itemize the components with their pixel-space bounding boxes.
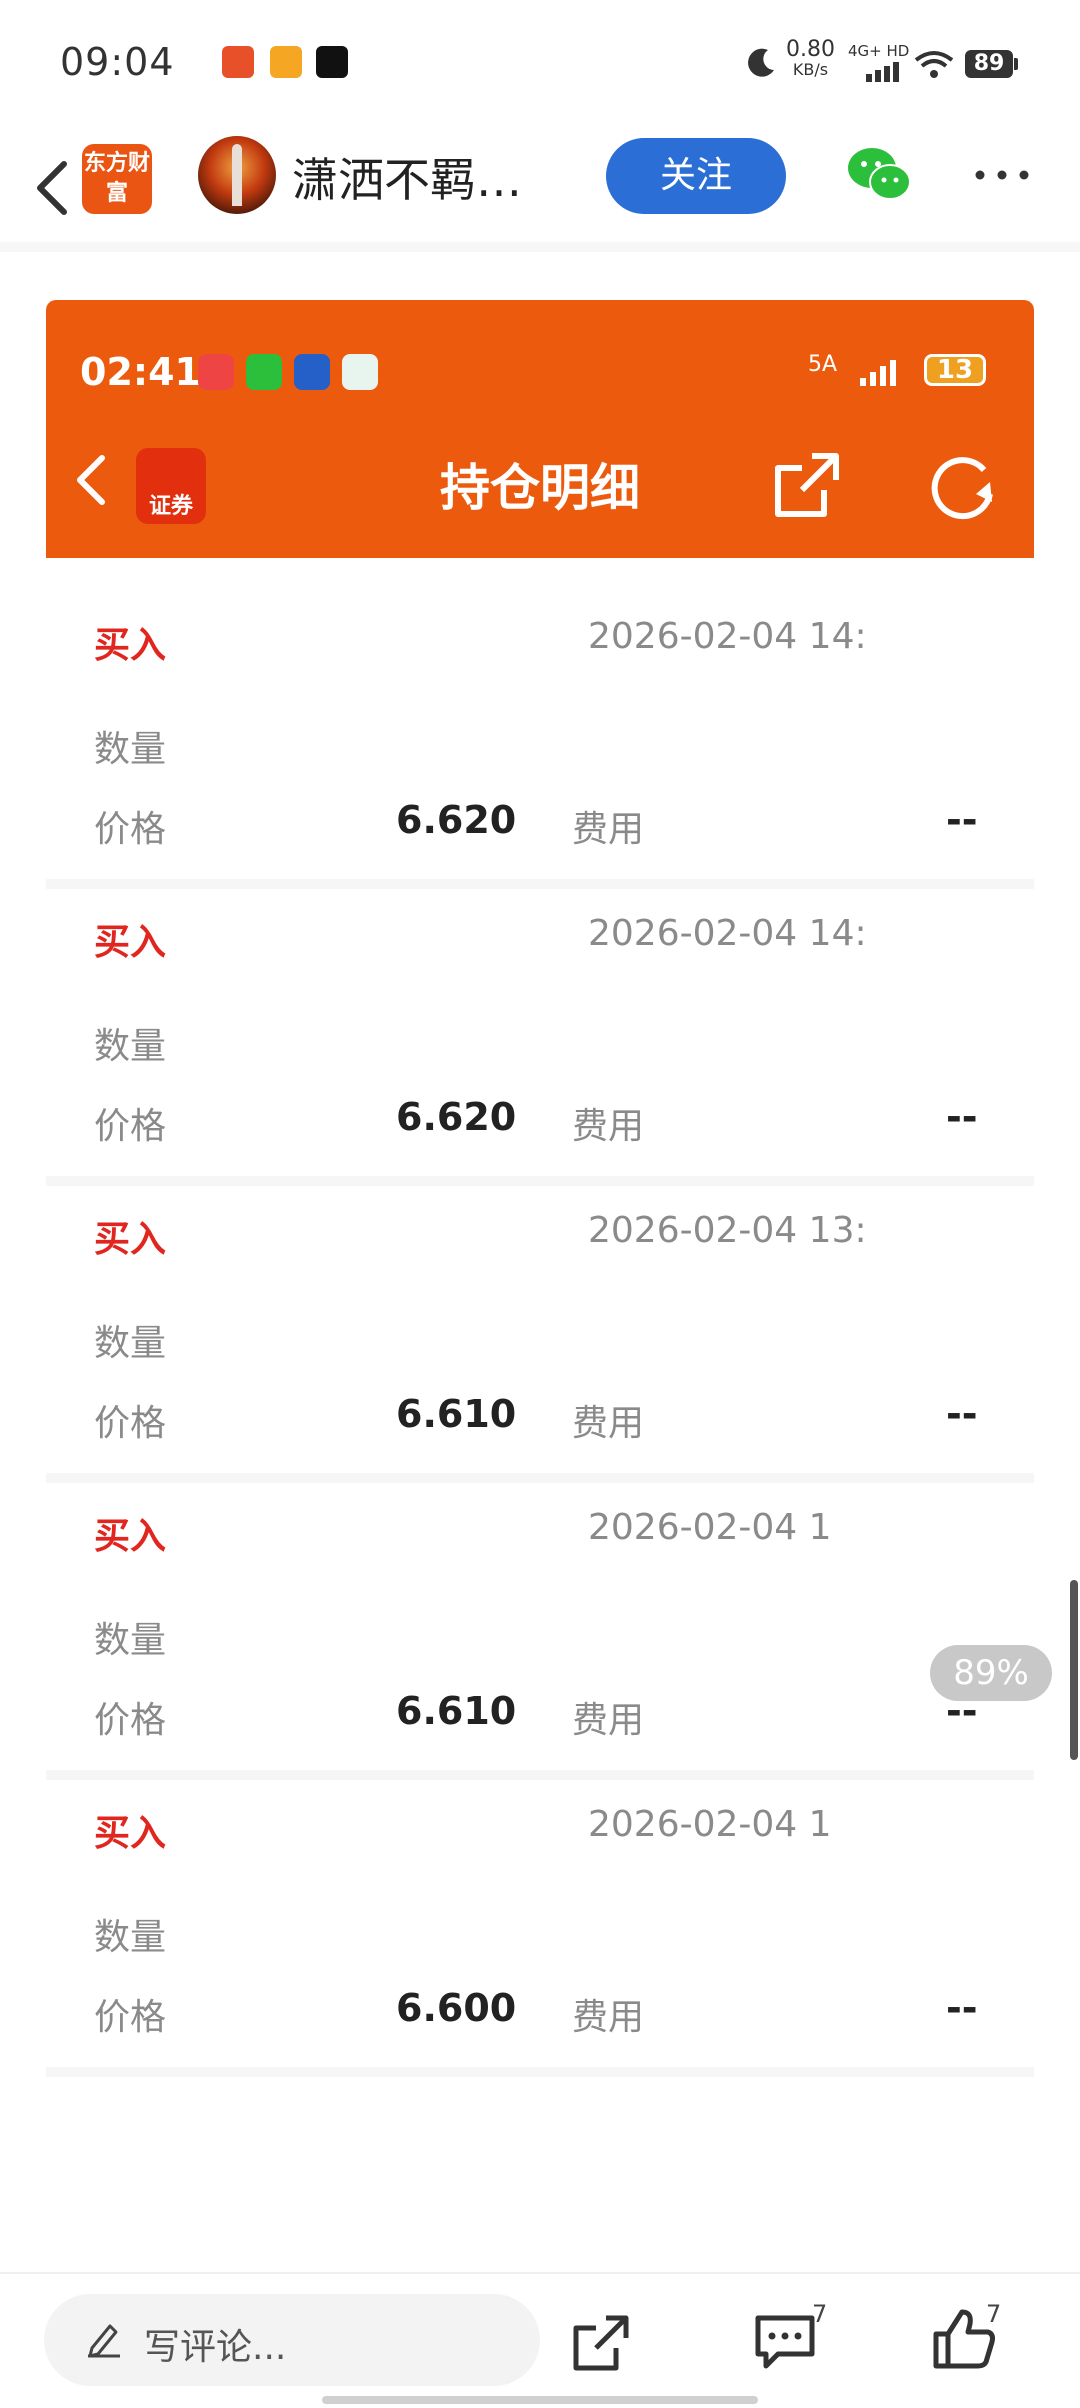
status-bar: 09:04 0.80 KB/s 4G+ HD 89 [0,0,1080,130]
follow-button[interactable]: 关注 [606,138,786,214]
quantity-label: 数量 [94,1917,167,1958]
back-arrow-icon[interactable] [24,148,84,228]
trade-date: 2026-02-04 13: [588,1210,867,1251]
notification-app-icon [222,46,254,78]
home-indicator[interactable] [322,2396,758,2404]
share-icon[interactable] [570,2312,632,2374]
wechat-share-icon[interactable] [846,144,912,204]
scroll-percent-badge: 89% [930,1645,1052,1701]
divider [0,2272,1080,2274]
trade-date: 2026-02-04 14: [588,913,867,954]
trade-date: 2026-02-04 14: [588,616,867,657]
price-value: 6.620 [396,1095,517,1139]
list-item: 买入 2026-02-04 14: 数量 价格 6.620 费用 -- [46,889,1034,1186]
battery-tip [1014,58,1018,70]
embedded-app-header: 02:41 5A 13 证券 持仓明细 [46,300,1034,558]
embedded-refresh-icon [931,457,993,520]
pen-icon [88,2324,120,2358]
status-time: 09:04 [60,40,175,84]
trade-type: 买入 [94,922,167,963]
network-speed: 0.80 KB/s [786,37,835,80]
price-label: 价格 [94,809,167,850]
price-value: 6.620 [396,798,517,842]
embedded-signal-icon [860,360,896,386]
embedded-signal: 5A [808,352,838,377]
fee-label: 费用 [572,1997,645,2038]
trade-date: 2026-02-04 1 [588,1507,832,1548]
network-speed-unit: KB/s [792,60,829,79]
trade-type: 买入 [94,625,167,666]
like-count: 7 [986,2300,1002,2328]
comment-input[interactable]: 写评论... [44,2294,540,2386]
fee-label: 费用 [572,1403,645,1444]
price-value: 6.600 [396,1986,517,2030]
post-image-screenshot[interactable]: 02:41 5A 13 证券 持仓明细 买入 2026-02-04 14: 数量… [46,300,1034,2120]
trade-type: 买入 [94,1813,167,1854]
trade-type: 买入 [94,1219,167,1260]
comment-count: 7 [812,2300,828,2328]
network-speed-value: 0.80 [786,37,835,62]
list-item: 买入 2026-02-04 13: 数量 价格 6.610 费用 -- [46,1186,1034,1483]
more-icon[interactable] [972,160,1032,190]
quantity-label: 数量 [94,1026,167,1067]
price-value: 6.610 [396,1392,517,1436]
divider [0,242,1080,252]
app-logo: 东方财富 [82,144,152,214]
avatar[interactable] [198,136,276,214]
network-type: 4G+ HD [848,42,910,60]
quantity-label: 数量 [94,1620,167,1661]
notification-app-icon [198,354,234,390]
trade-type: 买入 [94,1516,167,1557]
embedded-battery: 13 [924,354,986,386]
fee-value: -- [946,1986,978,2030]
holding-records-list: 买入 2026-02-04 14: 数量 价格 6.620 费用 -- 买入 2… [46,592,1034,2077]
wifi-icon [914,51,954,78]
quantity-label: 数量 [94,729,167,770]
embedded-page-title: 持仓明细 [440,459,640,517]
list-item: 买入 2026-02-04 1 数量 价格 6.600 费用 -- [46,1780,1034,2077]
fee-value: -- [946,1095,978,1139]
price-label: 价格 [94,1106,167,1147]
wechat-icon [246,354,282,390]
fee-label: 费用 [572,809,645,850]
embedded-share-icon [775,453,839,517]
list-item: 买入 2026-02-04 1 数量 价格 6.610 费用 -- [46,1483,1034,1780]
battery-level: 89 [965,50,1013,78]
comment-placeholder: 写评论... [144,2327,287,2368]
notification-app-icon [342,354,378,390]
price-label: 价格 [94,1403,167,1444]
notification-app-icon [294,354,330,390]
fee-value: -- [946,1392,978,1436]
notification-app-icon [270,46,302,78]
quantity-label: 数量 [94,1323,167,1364]
list-item: 买入 2026-02-04 14: 数量 价格 6.620 费用 -- [46,592,1034,889]
trade-date: 2026-02-04 1 [588,1804,832,1845]
moon-icon [748,48,774,77]
price-label: 价格 [94,1700,167,1741]
scrollbar-thumb[interactable] [1070,1580,1078,1760]
top-nav: 东方财富 潇洒不羁… 关注 [0,130,1080,242]
fee-label: 费用 [572,1700,645,1741]
username[interactable]: 潇洒不羁… [292,144,522,210]
fee-label: 费用 [572,1106,645,1147]
signal-icon [866,62,899,82]
embedded-status-time: 02:41 [80,350,201,394]
tiktok-icon [316,46,348,78]
comment-icon[interactable] [752,2310,818,2372]
price-label: 价格 [94,1997,167,2038]
price-value: 6.610 [396,1689,517,1733]
fee-value: -- [946,798,978,842]
